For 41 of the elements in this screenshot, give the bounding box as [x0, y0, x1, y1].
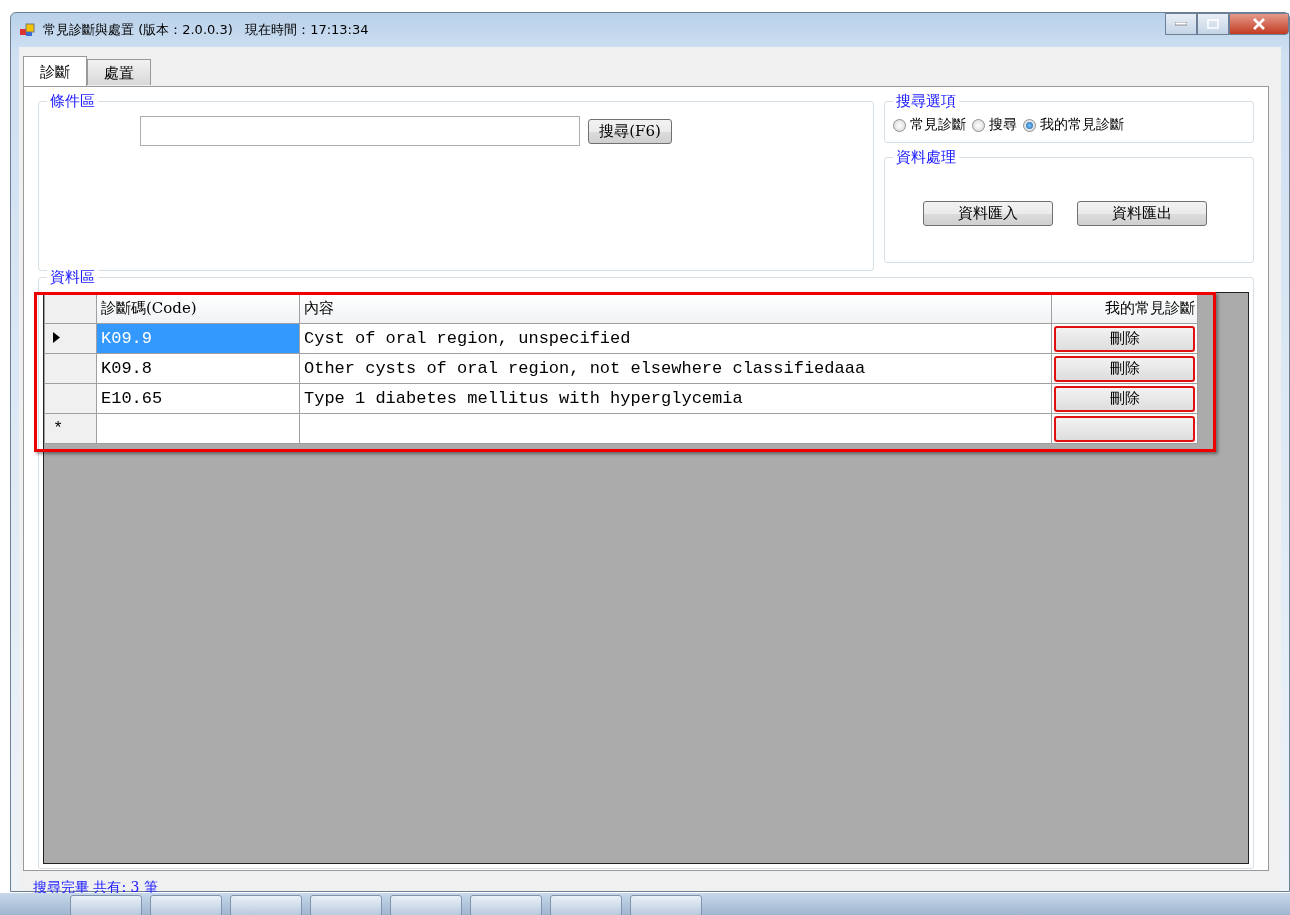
radio-label[interactable]: 常見診斷: [910, 116, 966, 134]
group-title: 資料處理: [893, 147, 959, 167]
table-cell[interactable]: [299, 413, 1052, 444]
close-button[interactable]: [1229, 13, 1289, 35]
radio-button[interactable]: [972, 118, 985, 132]
group-title: 搜尋選項: [893, 91, 959, 111]
group-title: 資料區: [47, 267, 98, 287]
tab[interactable]: 診斷: [23, 56, 87, 86]
table-cell[interactable]: Type 1 diabetes mellitus with hyperglycemia: [299, 383, 1052, 414]
import-button[interactable]: 資料匯入: [923, 200, 1053, 226]
delete-button[interactable]: 刪除: [1054, 325, 1195, 352]
tab[interactable]: 處置: [87, 59, 151, 85]
group-title: 條件區: [47, 91, 98, 111]
minimize-button[interactable]: [1165, 13, 1197, 35]
radio-label[interactable]: 搜尋: [989, 116, 1017, 134]
export-button[interactable]: 資料匯出: [1077, 200, 1207, 226]
radio-button[interactable]: [1023, 118, 1036, 132]
column-header[interactable]: 我的常見診斷: [1051, 293, 1198, 324]
column-header[interactable]: 診斷碼(Code): [96, 293, 300, 324]
table-cell[interactable]: Cyst of oral region, unspecified: [299, 323, 1052, 354]
current-row-icon: [53, 332, 60, 343]
close-icon: [1252, 18, 1266, 30]
grid-button[interactable]: [1054, 415, 1195, 442]
maximize-icon: [1207, 19, 1219, 29]
new-row-marker: *: [53, 419, 64, 438]
row-header[interactable]: [44, 323, 97, 354]
table-cell[interactable]: Other cysts of oral region, not elsewhere classifiedaaa: [299, 353, 1052, 384]
delete-button[interactable]: 刪除: [1054, 355, 1195, 382]
radio-label[interactable]: 我的常見診斷: [1040, 116, 1124, 134]
maximize-button[interactable]: [1197, 13, 1229, 35]
search-button[interactable]: 搜尋(F6): [588, 118, 672, 144]
app-icon: [19, 22, 35, 38]
search-field[interactable]: [140, 116, 581, 146]
table-cell[interactable]: K09.8: [96, 353, 300, 384]
table-cell[interactable]: [96, 413, 300, 444]
table-cell[interactable]: E10.65: [96, 383, 300, 414]
minimize-icon: [1175, 22, 1187, 26]
delete-button[interactable]: 刪除: [1054, 385, 1195, 412]
column-header[interactable]: 內容: [299, 293, 1052, 324]
radio-button[interactable]: [893, 118, 906, 132]
window-title: 常見診斷與處置 (版本：2.0.0.3) 現在時間：17:13:34: [43, 21, 369, 39]
